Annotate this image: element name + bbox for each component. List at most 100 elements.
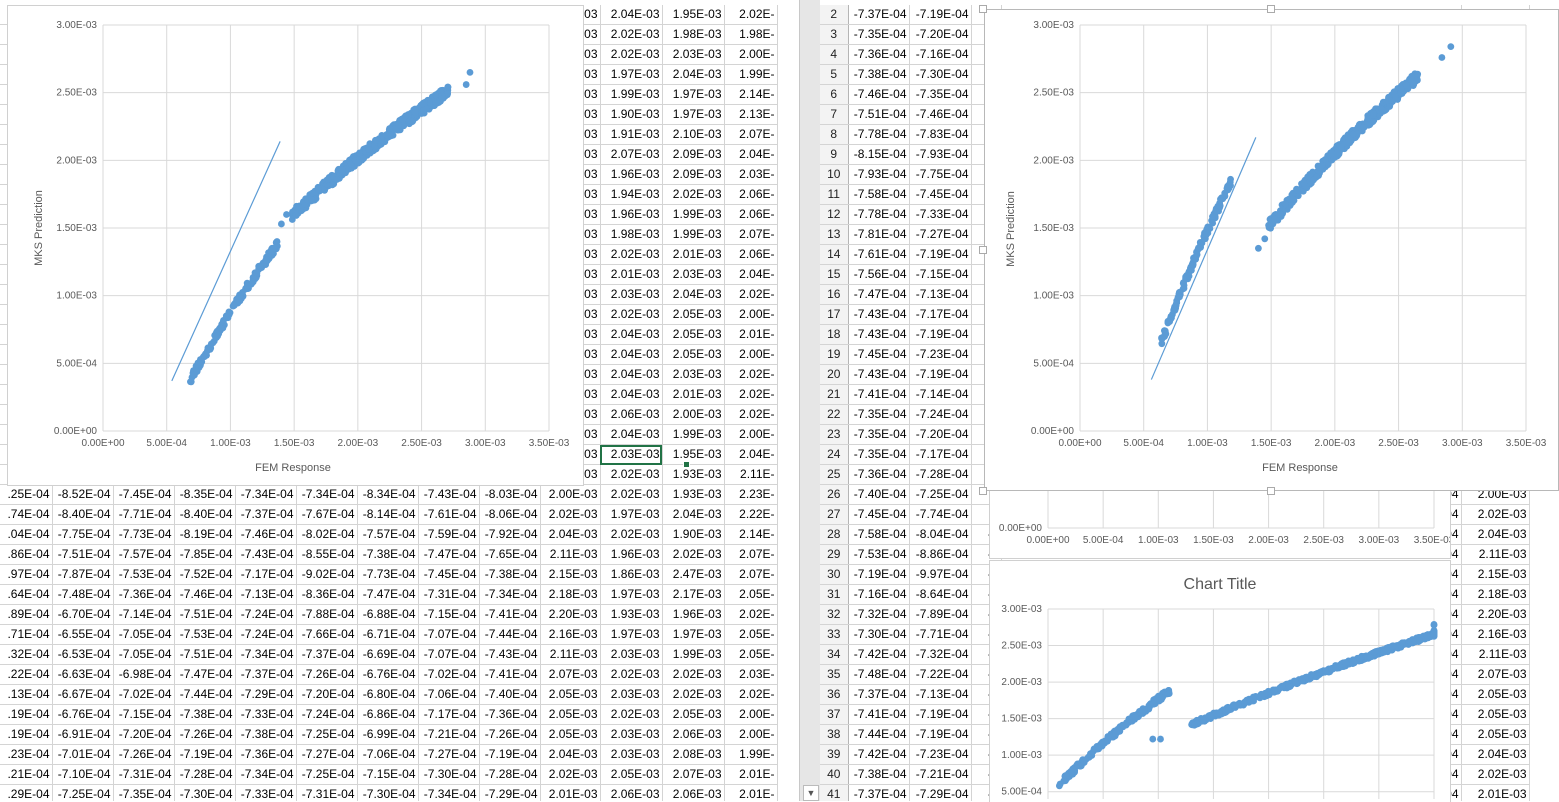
scatter-point[interactable] [207,340,215,348]
table-cell[interactable]: 2.02E-03 [600,244,663,265]
table-cell[interactable]: -7.30E-04 [418,764,480,785]
table-cell[interactable]: 2.11E-03 [1461,644,1530,665]
table-cell[interactable]: -7.32E-04 [909,644,972,665]
table-cell[interactable]: -7.34E-04 [235,764,297,785]
scatter-point[interactable] [1158,334,1166,342]
table-cell[interactable]: -7.58E-04 [848,524,910,545]
table-cell[interactable]: -7.33E-04 [909,204,972,225]
row-header[interactable]: 5 [820,64,849,85]
table-cell[interactable]: -7.43E-04 [235,544,297,565]
table-cell[interactable]: .64E-04 [0,584,53,605]
scatter-point[interactable] [1209,213,1216,221]
table-cell[interactable]: 2.11E-03 [540,544,601,565]
scatter-point[interactable] [1185,272,1193,280]
table-cell[interactable]: -7.47E-04 [357,584,419,605]
table-cell[interactable]: -7.36E-04 [848,44,910,65]
table-cell[interactable]: -7.19E-04 [909,5,972,25]
table-cell[interactable]: 2.01E-03 [1461,784,1530,801]
table-cell[interactable]: -7.15E-04 [909,264,972,285]
table-cell[interactable]: 2.18E-03 [540,584,601,605]
table-cell[interactable]: 2.02E-03 [662,664,725,685]
row-header[interactable]: 21 [820,384,849,405]
row-header[interactable]: 7 [820,104,849,125]
table-cell[interactable]: -7.26E-04 [174,724,236,745]
table-cell[interactable]: -7.20E-04 [296,684,358,705]
table-cell[interactable]: 2.00E-03 [540,485,601,505]
row-header[interactable]: 33 [820,624,849,645]
scatter-point[interactable] [1310,176,1318,184]
table-cell[interactable]: -6.88E-04 [357,604,419,625]
table-cell[interactable]: 2.05E-03 [1461,684,1530,705]
table-cell[interactable]: -8.40E-04 [174,504,236,525]
scatter-point[interactable] [1062,772,1070,779]
table-cell[interactable]: -7.40E-04 [479,684,541,705]
table-cell[interactable]: 2.02E-03 [662,684,725,705]
table-cell[interactable]: -7.47E-04 [174,664,236,685]
scatter-point[interactable] [230,302,238,309]
table-cell[interactable]: 2.20E-03 [540,604,601,625]
scatter-point[interactable] [1223,184,1231,192]
table-cell[interactable]: -7.42E-04 [848,744,910,765]
table-cell[interactable]: -7.02E-04 [418,664,480,685]
table-cell[interactable]: 2.03E-03 [662,364,725,385]
table-cell[interactable]: 1.96E-03 [600,204,663,225]
table-cell[interactable]: -7.66E-04 [296,624,358,645]
table-cell[interactable]: 1.98E- [724,24,778,45]
table-cell[interactable]: 2.03E-03 [662,264,725,285]
table-cell[interactable]: -7.13E-04 [909,684,972,705]
table-cell[interactable]: -8.64E-04 [909,584,972,605]
window-split-bar[interactable] [799,0,821,801]
scatter-point[interactable] [1122,721,1130,729]
table-cell[interactable]: 2.01E- [724,324,778,345]
scatter-point[interactable] [187,378,194,386]
table-cell[interactable]: 2.00E- [724,304,778,325]
scatter-point[interactable] [1360,123,1368,131]
left-grid-bottom[interactable]: .25E-04 -8.52E-04 -7.45E-04 -8.35E-04 -7.34E… [0,485,778,801]
table-cell[interactable]: -7.87E-04 [52,564,114,585]
scatter-point[interactable] [1300,179,1308,187]
table-cell[interactable]: 2.06E- [724,204,778,225]
scatter-point[interactable] [444,83,452,91]
table-cell[interactable]: -6.86E-04 [357,704,419,725]
scatter-point[interactable] [1410,80,1418,88]
table-cell[interactable]: 1.86E-03 [600,564,663,585]
scatter-point[interactable] [1366,653,1374,661]
scatter-point[interactable] [1364,114,1372,122]
table-cell[interactable]: 2.03E-03 [600,444,663,465]
table-cell[interactable]: -7.16E-04 [909,44,972,65]
table-cell[interactable]: -7.28E-04 [909,464,972,485]
scatter-point[interactable] [1289,195,1297,203]
table-cell[interactable]: -6.55E-04 [52,624,114,645]
row-header[interactable]: 17 [820,304,849,325]
table-cell[interactable]: -7.46E-04 [909,104,972,125]
table-cell[interactable]: .97E-04 [0,564,53,585]
table-cell[interactable]: -7.28E-04 [174,764,236,785]
table-cell[interactable]: .13E-04 [0,684,53,705]
table-cell[interactable]: .22E-04 [0,664,53,685]
table-cell[interactable]: .29E-04 [0,784,53,801]
table-cell[interactable]: 2.09E-03 [662,164,725,185]
table-cell[interactable]: 1.99E- [724,64,778,85]
table-cell[interactable]: 2.01E- [724,784,778,801]
table-cell[interactable]: 2.23E- [724,485,778,505]
row-header[interactable]: 12 [820,204,849,225]
row-header[interactable]: 29 [820,544,849,565]
table-cell[interactable]: -7.42E-04 [848,644,910,665]
table-cell[interactable]: -7.22E-04 [909,664,972,685]
table-cell[interactable]: 2.02E-03 [662,544,725,565]
table-cell[interactable]: 2.07E- [724,224,778,245]
table-cell[interactable]: -7.46E-04 [235,524,297,545]
scatter-point[interactable] [225,308,233,316]
scatter-point[interactable] [1224,706,1232,714]
row-header[interactable]: 10 [820,164,849,185]
table-cell[interactable]: 2.05E-03 [662,324,725,345]
table-cell[interactable]: -7.51E-04 [848,104,910,125]
scatter-point[interactable] [1104,733,1112,740]
table-cell[interactable]: -7.41E-04 [848,384,910,405]
table-cell[interactable]: 1.97E-03 [662,624,725,645]
table-cell[interactable]: 2.07E-03 [540,664,601,685]
scatter-point[interactable] [466,68,474,76]
table-cell[interactable]: -6.70E-04 [52,604,114,625]
table-cell[interactable]: -7.17E-04 [909,304,972,325]
table-cell[interactable]: -7.85E-04 [174,544,236,565]
